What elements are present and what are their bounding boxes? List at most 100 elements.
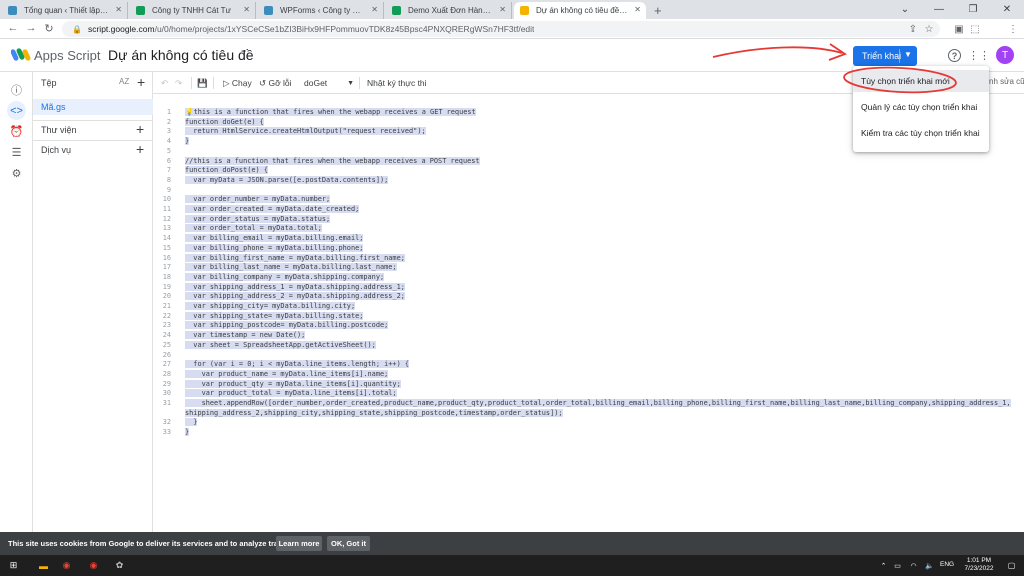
libraries-section[interactable]: Thư viện + (33, 120, 153, 138)
more-vert-icon[interactable]: ⋮ (1006, 21, 1020, 37)
code-text: var billing_last_name = myData.billing.l… (185, 263, 397, 272)
code-editor[interactable]: 1 💡this is a function that fires when the… (153, 94, 1024, 532)
code-line[interactable]: 20 var shipping_address_2 = myData.shipp… (153, 291, 1024, 301)
close-tab-icon[interactable]: ✕ (499, 5, 506, 14)
account-avatar[interactable]: T (996, 46, 1014, 64)
app-icon[interactable]: ✿ (112, 558, 127, 573)
code-line[interactable]: 29 var product_qty = myData.line_items[i… (153, 379, 1024, 389)
deploy-button[interactable]: Triển khai ▼ (853, 46, 917, 66)
file-explorer-icon[interactable]: ▬ (36, 558, 51, 573)
code-line[interactable]: 23 var shipping_postcode= myData.billing… (153, 320, 1024, 330)
browser-tab-active[interactable]: Dự án không có tiêu đề - Trình c ✕ (514, 2, 646, 19)
extensions-icon[interactable]: ⬚ (968, 21, 982, 37)
menu-item-test-deployments[interactable]: Kiểm tra các tùy chọn triển khai (853, 122, 989, 144)
close-tab-icon[interactable]: ✕ (371, 5, 378, 14)
triggers-clock-icon[interactable]: ⏰ (7, 122, 26, 141)
reload-icon[interactable]: ↻ (40, 22, 58, 35)
info-icon[interactable]: ⓘ (7, 80, 26, 99)
close-window-icon[interactable]: ✕ (990, 0, 1024, 19)
code-line[interactable]: 30 var product_total = myData.line_items… (153, 388, 1024, 398)
code-line[interactable]: 28 var product_name = myData.line_items[… (153, 369, 1024, 379)
code-line[interactable]: 18 var billing_company = myData.shipping… (153, 272, 1024, 282)
code-line[interactable]: 31 sheet.appendRow([order_number,order_c… (153, 398, 1024, 408)
network-icon[interactable]: ▭ (890, 558, 905, 573)
code-line[interactable]: 15 var billing_phone = myData.billing.ph… (153, 243, 1024, 253)
tab-label: WPForms ‹ Công ty TNHH Cát Tư (280, 6, 365, 15)
sort-az-icon[interactable]: AZ (119, 77, 129, 86)
code-line[interactable]: 11 var order_created = myData.date_creat… (153, 204, 1024, 214)
code-line[interactable]: 9 (153, 185, 1024, 195)
project-title[interactable]: Dự án không có tiêu đề (108, 47, 254, 63)
code-line[interactable]: 27 for (var i = 0; i < myData.line_items… (153, 359, 1024, 369)
code-line[interactable]: 17 var billing_last_name = myData.billin… (153, 262, 1024, 272)
close-tab-icon[interactable]: ✕ (243, 5, 250, 14)
debug-button[interactable]: ↺ Gỡ lỗi (259, 76, 292, 90)
taskbar-clock[interactable]: 1:01 PM 7/23/2022 (962, 557, 996, 573)
star-icon[interactable]: ☆ (922, 21, 936, 37)
menu-item-new-deployment[interactable]: Tùy chọn triển khai mới (853, 70, 989, 92)
save-icon[interactable]: 💾 (197, 76, 208, 90)
code-line[interactable]: 25 var sheet = SpreadsheetApp.getActiveS… (153, 340, 1024, 350)
redo-icon[interactable]: ↷ (175, 76, 182, 90)
help-icon[interactable]: ? (948, 49, 961, 62)
windows-start-icon[interactable]: ⊞ (6, 558, 21, 573)
code-line[interactable]: 24 var timestamp = new Date(); (153, 330, 1024, 340)
code-line[interactable]: 32 } (153, 417, 1024, 427)
code-editor-icon[interactable]: <> (7, 101, 26, 120)
settings-gear-icon[interactable]: ⚙ (7, 164, 26, 183)
language-indicator[interactable]: ENG (940, 561, 954, 568)
add-library-icon[interactable]: + (136, 121, 144, 137)
minimize-icon[interactable]: — (922, 0, 956, 19)
caret-down-icon[interactable]: ▼ (904, 50, 912, 59)
run-button[interactable]: ▷ Chạy (223, 76, 252, 90)
new-tab-button[interactable]: + (654, 2, 662, 19)
sidebar-icon[interactable]: ▣ (952, 21, 966, 37)
browser-tab-4[interactable]: Demo Xuất Đơn Hàng Từ Woocom ✕ (386, 2, 512, 19)
notifications-icon[interactable]: ▢ (1004, 558, 1019, 573)
chrome-icon[interactable]: ◉ (59, 558, 74, 573)
line-number: 22 (162, 311, 171, 320)
ok-got-it-button[interactable]: OK, Got it (327, 536, 370, 551)
code-line[interactable]: 13 var order_total = myData.total; (153, 223, 1024, 233)
code-line[interactable]: 19 var shipping_address_1 = myData.shipp… (153, 282, 1024, 292)
learn-more-button[interactable]: Learn more (276, 536, 322, 551)
add-file-icon[interactable]: + (137, 74, 145, 90)
menu-item-manage-deployments[interactable]: Quản lý các tùy chọn triển khai (853, 96, 989, 118)
url-bar[interactable]: 🔒 script.google.com/u/0/home/projects/1x… (62, 21, 940, 37)
code-line[interactable]: 10 var order_number = myData.number; (153, 194, 1024, 204)
apps-grid-icon[interactable]: ⋮⋮ (968, 47, 990, 63)
code-line[interactable]: shipping_address_2,shipping_city,shippin… (153, 408, 1024, 418)
browser-tab-2[interactable]: Công ty TNHH Cát Tư ✕ (130, 2, 256, 19)
code-line[interactable]: 7 function doPost(e) { (153, 165, 1024, 175)
file-item-code-gs[interactable]: Mã.gs (33, 99, 153, 115)
chevron-down-icon[interactable]: ⌄ (888, 0, 922, 19)
code-line[interactable]: 8 var myData = JSON.parse([e.postData.co… (153, 175, 1024, 185)
close-tab-icon[interactable]: ✕ (115, 5, 122, 14)
browser-tab-3[interactable]: WPForms ‹ Công ty TNHH Cát Tư ✕ (258, 2, 384, 19)
browser-tab-1[interactable]: Tổng quan ‹ Thiết lập ‹ Công ty ✕ (2, 2, 128, 19)
close-tab-icon[interactable]: ✕ (634, 5, 641, 14)
code-line[interactable]: 6 //this is a function that fires when th… (153, 156, 1024, 166)
add-service-icon[interactable]: + (136, 141, 144, 157)
services-section[interactable]: Dịch vụ + (33, 140, 153, 158)
volume-icon[interactable]: 🔈 (922, 558, 937, 573)
code-line[interactable]: 12 var order_status = myData.status; (153, 214, 1024, 224)
wifi-icon[interactable]: ◠ (906, 558, 921, 573)
legacy-editor-link[interactable]: nh sửa cũ (989, 77, 1024, 86)
executions-list-icon[interactable]: ☰ (7, 143, 26, 162)
chrome-profile-icon[interactable]: ◉ (86, 558, 101, 573)
tray-up-icon[interactable]: ⌃ (876, 558, 891, 573)
code-line[interactable]: 26 (153, 350, 1024, 360)
back-icon[interactable]: ← (4, 22, 22, 34)
code-line[interactable]: 16 var billing_first_name = myData.billi… (153, 253, 1024, 263)
code-line[interactable]: 22 var shipping_state= myData.billing.st… (153, 311, 1024, 321)
forward-icon[interactable]: → (22, 22, 40, 34)
undo-icon[interactable]: ↶ (161, 76, 168, 90)
restore-icon[interactable]: ❐ (956, 0, 990, 19)
function-select[interactable]: doGet ▼ (304, 76, 354, 90)
code-line[interactable]: 33} (153, 427, 1024, 437)
code-line[interactable]: 21 var shipping_city= myData.billing.cit… (153, 301, 1024, 311)
code-line[interactable]: 14 var billing_email = myData.billing.em… (153, 233, 1024, 243)
share-icon[interactable]: ⇪ (906, 21, 920, 37)
execution-log-button[interactable]: Nhật ký thực thi (367, 76, 427, 90)
